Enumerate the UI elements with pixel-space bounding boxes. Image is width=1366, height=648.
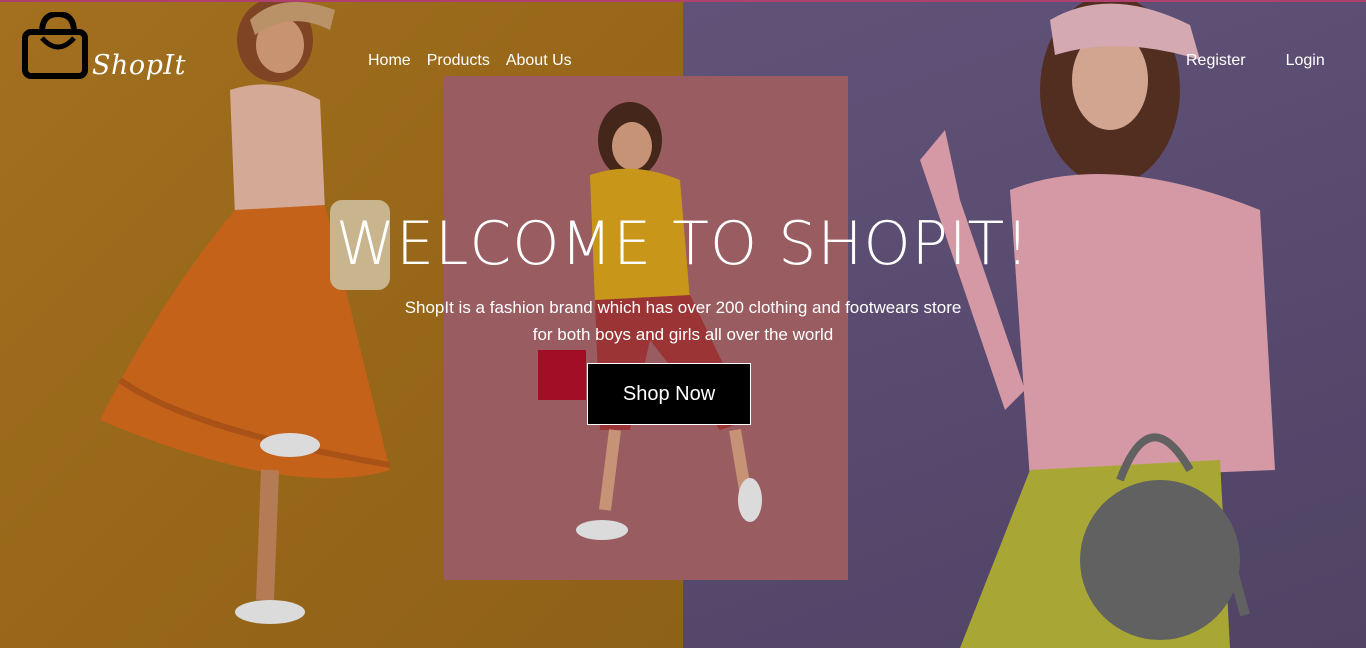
brand-logo[interactable]: ShopIt: [22, 10, 185, 82]
hero-subtitle-line-2: for both boys and girls all over the wor…: [532, 325, 834, 344]
shop-now-button[interactable]: Shop Now: [587, 363, 751, 425]
brand-name: ShopIt: [92, 50, 186, 81]
hero-subtitle: ShopIt is a fashion brand which has over…: [383, 294, 983, 348]
nav-products-link[interactable]: Products: [427, 52, 490, 70]
nav-home-link[interactable]: Home: [368, 52, 411, 70]
hero-subtitle-line-1: ShopIt is a fashion brand which has over…: [404, 298, 962, 317]
register-link[interactable]: Register: [1186, 52, 1246, 70]
account-nav: Register Login: [1186, 52, 1325, 70]
main-nav: Home Products About Us: [368, 52, 572, 70]
login-link[interactable]: Login: [1286, 52, 1325, 70]
nav-about-us-link[interactable]: About Us: [506, 52, 572, 70]
shopping-bag-icon: [22, 10, 88, 79]
top-accent-line: [0, 0, 1366, 2]
hero-title: WELCOME TO SHOPIT!: [335, 209, 1031, 279]
